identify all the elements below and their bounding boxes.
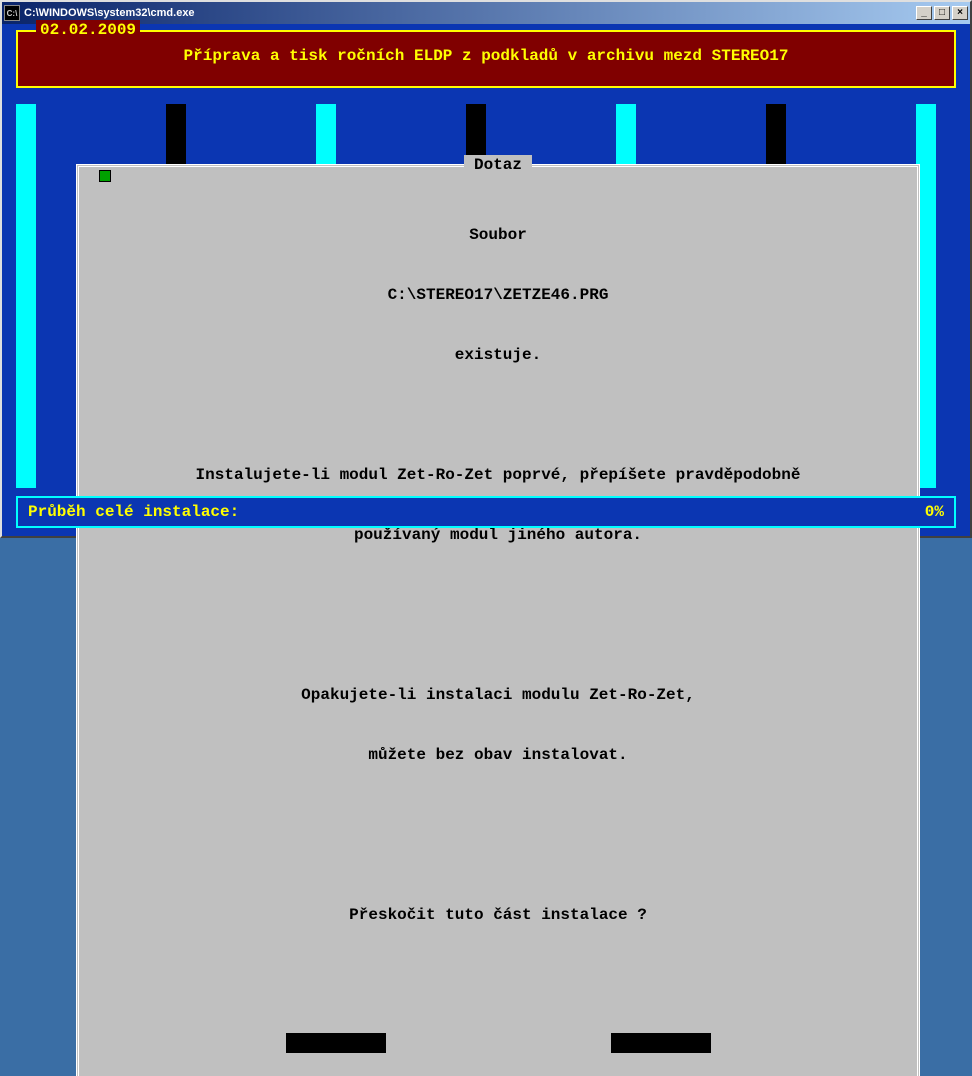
dialog-line: můžete bez obav instalovat. (99, 745, 897, 765)
header-box: 02.02.2009 Příprava a tisk ročních ELDP … (16, 30, 956, 88)
no-button-wrap: Ne (278, 1027, 393, 1076)
main-window: C:\ C:\WINDOWS\system32\cmd.exe _ □ × 02… (0, 0, 972, 538)
dialog-question: Přeskočit tuto část instalace ? (99, 905, 897, 925)
close-button[interactable]: × (952, 6, 968, 20)
header-date: 02.02.2009 (36, 20, 140, 40)
dialog-body: Soubor C:\STEREO17\ZETZE46.PRG existuje.… (99, 185, 897, 1076)
client-area: 02.02.2009 Příprava a tisk ročních ELDP … (2, 24, 970, 536)
dialog-line: Soubor (99, 225, 897, 245)
titlebar: C:\ C:\WINDOWS\system32\cmd.exe _ □ × (2, 2, 970, 24)
yes-button-wrap: Ano (603, 1027, 718, 1076)
dialog-title: Dotaz (464, 155, 532, 175)
dialog-line: Opakujete-li instalaci modulu Zet-Ro-Zet… (99, 685, 897, 705)
dialog-buttons: Ne Ano (99, 1027, 897, 1076)
window-title: C:\WINDOWS\system32\cmd.exe (24, 7, 195, 19)
app-icon: C:\ (4, 5, 20, 21)
progress-box: Průběh celé instalace: 0% (16, 496, 956, 528)
maximize-button[interactable]: □ (934, 6, 950, 20)
header-title: Příprava a tisk ročních ELDP z podkladů … (18, 32, 954, 66)
dialog-box: Dotaz Soubor C:\STEREO17\ZETZE46.PRG exi… (76, 164, 920, 1076)
minimize-button[interactable]: _ (916, 6, 932, 20)
dialog-line: C:\STEREO17\ZETZE46.PRG (99, 285, 897, 305)
dialog-line: existuje. (99, 345, 897, 365)
dialog-close-box[interactable] (87, 167, 123, 185)
dialog-line: Instalujete-li modul Zet-Ro-Zet poprvé, … (99, 465, 897, 485)
dialog-line: používaný modul jiného autora. (99, 525, 897, 545)
button-shadow (611, 1033, 711, 1053)
square-icon (99, 170, 111, 182)
button-shadow (286, 1033, 386, 1053)
progress-percent: 0% (925, 502, 944, 522)
window-controls: _ □ × (916, 6, 968, 20)
progress-label: Průběh celé instalace: (28, 502, 239, 522)
